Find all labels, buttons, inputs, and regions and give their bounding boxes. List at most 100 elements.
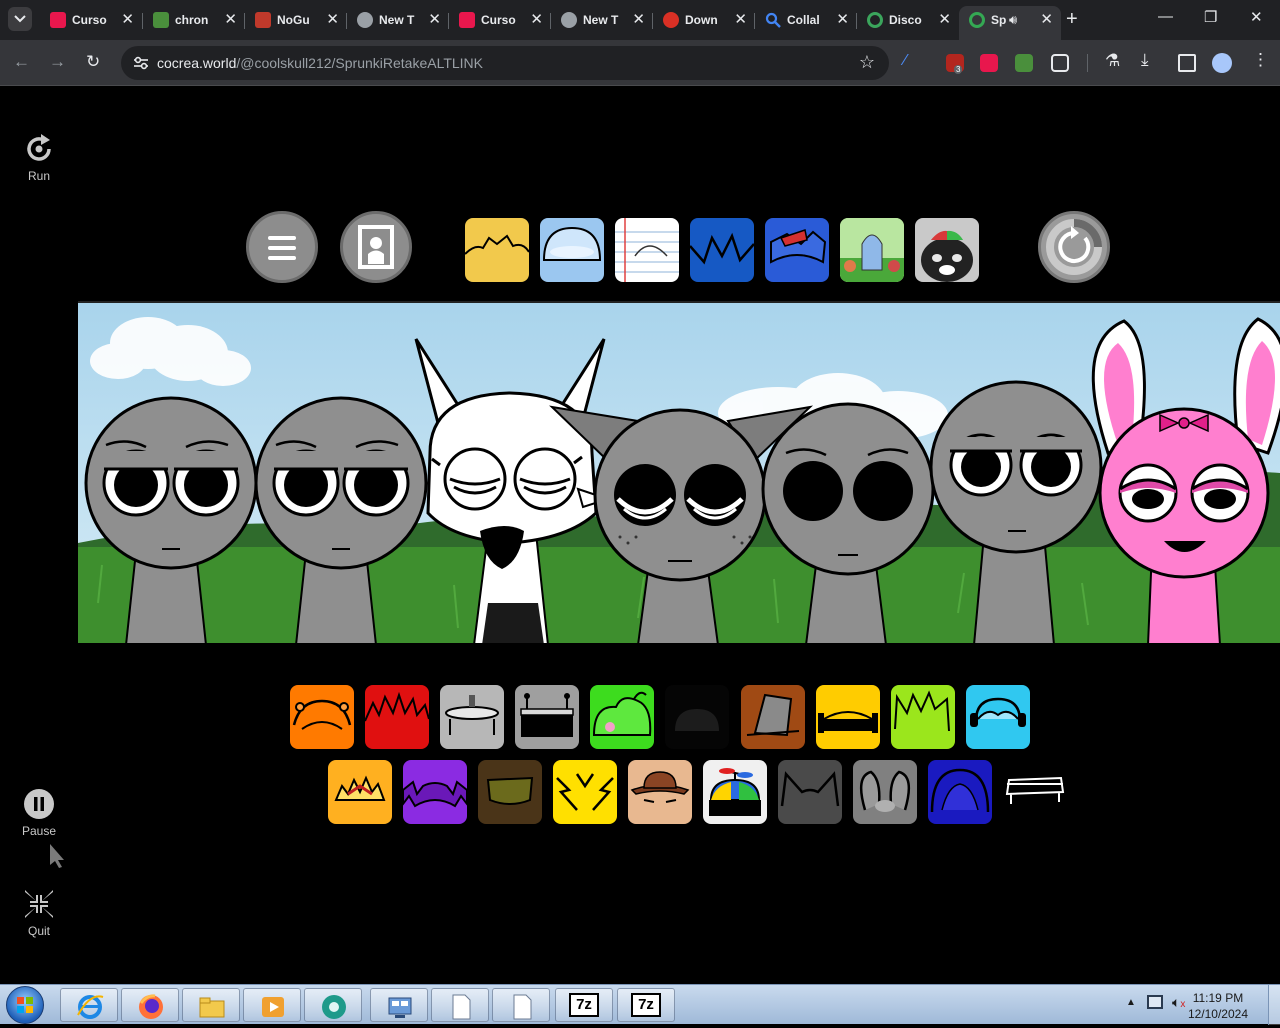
address-bar[interactable]: cocrea.world/@coolskull212/SprunkiRetake… — [121, 46, 889, 80]
tab-close-icon[interactable]: ✕ — [121, 10, 134, 28]
taskbar-control-panel[interactable] — [370, 988, 428, 1022]
sound-cyan-headphones[interactable] — [966, 685, 1030, 749]
sound-purple-horns[interactable] — [403, 760, 467, 824]
tab-close-icon[interactable]: ✕ — [428, 10, 441, 28]
side-panel-icon[interactable] — [1178, 54, 1196, 72]
sound-orange-headphones[interactable] — [290, 685, 354, 749]
sound-yellow-band[interactable] — [816, 685, 880, 749]
volume-muted-icon[interactable]: 🔈︎x — [1172, 994, 1185, 1011]
tab-close-icon[interactable]: ✕ — [734, 10, 747, 28]
browser-tab[interactable]: Collal ✕ — [755, 6, 857, 34]
back-arrow-icon[interactable]: ← — [13, 52, 30, 72]
browser-tab[interactable]: Down ✕ — [653, 6, 755, 34]
red-spikes-icon — [365, 691, 429, 722]
tab-title: Disco — [889, 13, 922, 27]
browser-tab-active[interactable]: Sp 🔊︎ ✕ — [959, 6, 1061, 40]
cursor-extension-icon[interactable] — [980, 54, 998, 72]
taskbar-browser[interactable] — [304, 988, 362, 1022]
network-icon[interactable] — [1147, 995, 1163, 1009]
tab-title: New T — [379, 13, 415, 27]
show-desktop-button[interactable] — [1268, 985, 1280, 1025]
run-control[interactable]: Run — [14, 133, 64, 183]
start-button[interactable] — [6, 986, 44, 1024]
puzzle-extensions-icon[interactable] — [1051, 54, 1069, 72]
browser-tab[interactable]: New T ✕ — [347, 6, 449, 34]
browser-tab[interactable]: chron ✕ — [143, 6, 245, 34]
tab-title: Curso — [481, 13, 516, 27]
bookmark-star-icon[interactable]: ☆ — [859, 52, 875, 73]
tab-close-icon[interactable]: ✕ — [938, 10, 951, 28]
browser-tab[interactable]: Curso ✕ — [40, 6, 142, 34]
menu-button[interactable] — [246, 211, 318, 283]
taskbar-file-explorer[interactable] — [182, 988, 240, 1022]
browser-tab[interactable]: Curso ✕ — [449, 6, 551, 34]
url-host: cocrea.world — [157, 55, 237, 71]
character-view-button[interactable] — [340, 211, 412, 283]
taskbar-7zip-1[interactable]: 7z — [555, 988, 613, 1022]
sound-gray-saucer[interactable] — [440, 685, 504, 749]
sound-gray-bunny-ears[interactable] — [853, 760, 917, 824]
taskbar-document-1[interactable] — [431, 988, 489, 1022]
sound-brown-hat[interactable] — [741, 685, 805, 749]
background-garden-tile[interactable] — [840, 218, 904, 282]
taskbar-internet-explorer[interactable] — [60, 988, 118, 1022]
cat-with-hat-icon — [921, 230, 973, 282]
background-crown-yellow-tile[interactable] — [465, 218, 529, 282]
sound-orange-crown[interactable] — [328, 760, 392, 824]
background-cat-hat-tile[interactable] — [915, 218, 979, 282]
sound-propeller-hat[interactable] — [703, 760, 767, 824]
background-crown-blue-tile[interactable] — [690, 218, 754, 282]
speaker-icon[interactable]: 🔊︎ — [1009, 12, 1017, 28]
background-dome-lightblue-tile[interactable] — [540, 218, 604, 282]
browser-tab[interactable]: NoGu ✕ — [245, 6, 347, 34]
tab-close-icon[interactable]: ✕ — [224, 10, 237, 28]
minimize-icon[interactable]: — — [1158, 8, 1173, 25]
green-extension-icon[interactable] — [1015, 54, 1033, 72]
browser-globe-icon — [322, 995, 346, 1019]
taskbar-media-player[interactable] — [243, 988, 301, 1022]
bench-outline-icon — [1005, 776, 1065, 804]
sound-gray-antenna[interactable] — [515, 685, 579, 749]
sound-lime-spikes[interactable] — [891, 685, 955, 749]
sound-blue-hood[interactable] — [928, 760, 992, 824]
browser-tab[interactable]: New T ✕ — [551, 6, 653, 34]
window-close-icon[interactable]: ✕ — [1250, 8, 1263, 26]
quit-control[interactable]: Quit — [14, 888, 64, 938]
restore-icon[interactable]: ❐ — [1204, 8, 1217, 26]
pause-control[interactable]: Pause — [14, 788, 64, 838]
show-hidden-icons-arrow[interactable]: ▲ — [1126, 997, 1136, 1008]
sound-black-dome[interactable] — [665, 685, 729, 749]
browser-tab[interactable]: Disco ✕ — [857, 6, 959, 34]
sound-bench-outline[interactable] — [1003, 760, 1067, 824]
pen-extension-icon[interactable]: ⁄ — [904, 52, 922, 70]
sound-yellow-lightning[interactable] — [553, 760, 617, 824]
tab-close-icon[interactable]: ✕ — [836, 10, 849, 28]
taskbar-document-2[interactable] — [492, 988, 550, 1022]
download-icon[interactable]: ⤓ — [1141, 50, 1149, 70]
sound-green-bush[interactable] — [590, 685, 654, 749]
taskbar-firefox[interactable] — [121, 988, 179, 1022]
tab-search-button[interactable] — [8, 7, 32, 31]
reset-button[interactable] — [1038, 211, 1110, 283]
new-tab-button[interactable]: + — [1066, 8, 1078, 31]
tab-close-icon[interactable]: ✕ — [530, 10, 543, 28]
tab-close-icon[interactable]: ✕ — [1040, 10, 1053, 28]
sound-brown-cap[interactable] — [478, 760, 542, 824]
system-clock[interactable]: 11:19 PM 12/10/2024 — [1188, 990, 1248, 1022]
labs-flask-icon[interactable]: ⚗ — [1105, 51, 1120, 71]
document-icon — [513, 994, 532, 1020]
background-broken-blue-tile[interactable] — [765, 218, 829, 282]
taskbar-7zip-2[interactable]: 7z — [617, 988, 675, 1022]
site-settings-icon[interactable] — [133, 56, 149, 70]
profile-avatar-icon[interactable] — [1212, 53, 1232, 73]
reload-icon[interactable]: ↻ — [86, 52, 100, 72]
browser-toolbar: ← → ↻ cocrea.world/@coolskull212/Sprunki… — [0, 40, 1280, 86]
forward-arrow-icon[interactable]: → — [49, 52, 66, 72]
tab-close-icon[interactable]: ✕ — [326, 10, 339, 28]
background-notebook-tile[interactable] — [615, 218, 679, 282]
sound-tan-cowboy[interactable] — [628, 760, 692, 824]
tab-close-icon[interactable]: ✕ — [632, 10, 645, 28]
menu-kebab-icon[interactable]: ⋮ — [1252, 50, 1269, 70]
sound-red-spikes[interactable] — [365, 685, 429, 749]
sound-dark-gray-ears[interactable] — [778, 760, 842, 824]
